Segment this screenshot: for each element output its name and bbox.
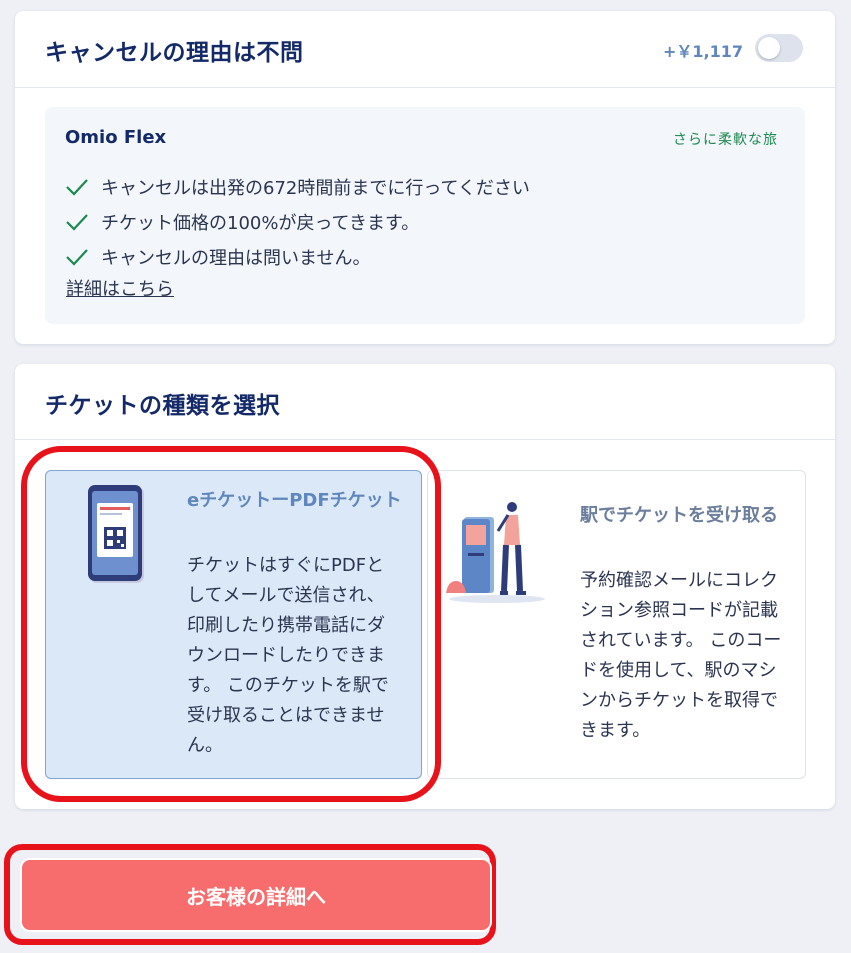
benefit-item: キャンセルの理由は問いません。 (65, 239, 530, 274)
flex-price: +￥1,117 (662, 42, 743, 61)
cancellation-card: キャンセルの理由は不問 +￥1,117 Omio Flex さらに柔軟な旅 キャ… (15, 11, 835, 344)
option-station-pickup[interactable]: 駅でチケットを受け取る 予約確認メールにコレクション参照コードが記載されています… (427, 470, 806, 779)
option-description: 予約確認メールにコレクション参照コードが記載されています。 このコードを使用して… (580, 570, 782, 741)
toggle-knob (758, 37, 780, 59)
flex-toggle[interactable] (755, 34, 803, 62)
benefit-list: キャンセルは出発の672時間前までに行ってください チケット価格の100%が戻っ… (65, 169, 530, 274)
benefit-item: キャンセルは出発の672時間前までに行ってください (65, 169, 530, 204)
check-icon (66, 248, 88, 266)
highlight-outline-cta: お客様の詳細へ (4, 844, 496, 945)
benefit-text: キャンセルの理由は問いません。 (101, 247, 371, 269)
phone-qr-ticket-icon (88, 485, 144, 583)
option-title: eチケットーPDFチケット (187, 490, 402, 511)
ticket-type-title: チケットの種類を選択 (45, 393, 280, 419)
ticket-type-header: チケットの種類を選択 (15, 364, 835, 440)
option-eticket-pdf[interactable]: eチケットーPDFチケット チケットはすぐにPDFとしてメールで送信され、印刷し… (45, 470, 422, 779)
cancellation-header: キャンセルの理由は不問 +￥1,117 (15, 11, 835, 88)
benefit-item: チケット価格の100%が戻ってきます。 (65, 204, 530, 239)
check-icon (66, 178, 88, 196)
benefit-text: キャンセルは出発の672時間前までに行ってください (101, 177, 530, 199)
details-link[interactable]: 詳細はこちら (66, 275, 174, 301)
continue-to-passenger-details-button[interactable]: お客様の詳細へ (22, 860, 490, 930)
ticket-type-card: チケットの種類を選択 eチケットーPDFチケット チケットはすぐにPDFとしてメ… (15, 364, 835, 809)
option-title: 駅でチケットを受け取る (580, 505, 778, 526)
benefit-text: チケット価格の100%が戻ってきます。 (101, 212, 420, 234)
check-icon (66, 213, 88, 231)
ticket-kiosk-icon (446, 502, 545, 603)
cancellation-title: キャンセルの理由は不問 (45, 40, 304, 66)
flex-name: Omio Flex (65, 127, 167, 148)
option-description: チケットはすぐにPDFとしてメールで送信され、印刷したり携帯電話にダウンロードし… (187, 555, 389, 756)
flex-tag: さらに柔軟な旅 (673, 132, 778, 148)
omio-flex-panel: Omio Flex さらに柔軟な旅 キャンセルは出発の672時間前までに行ってく… (45, 107, 805, 324)
